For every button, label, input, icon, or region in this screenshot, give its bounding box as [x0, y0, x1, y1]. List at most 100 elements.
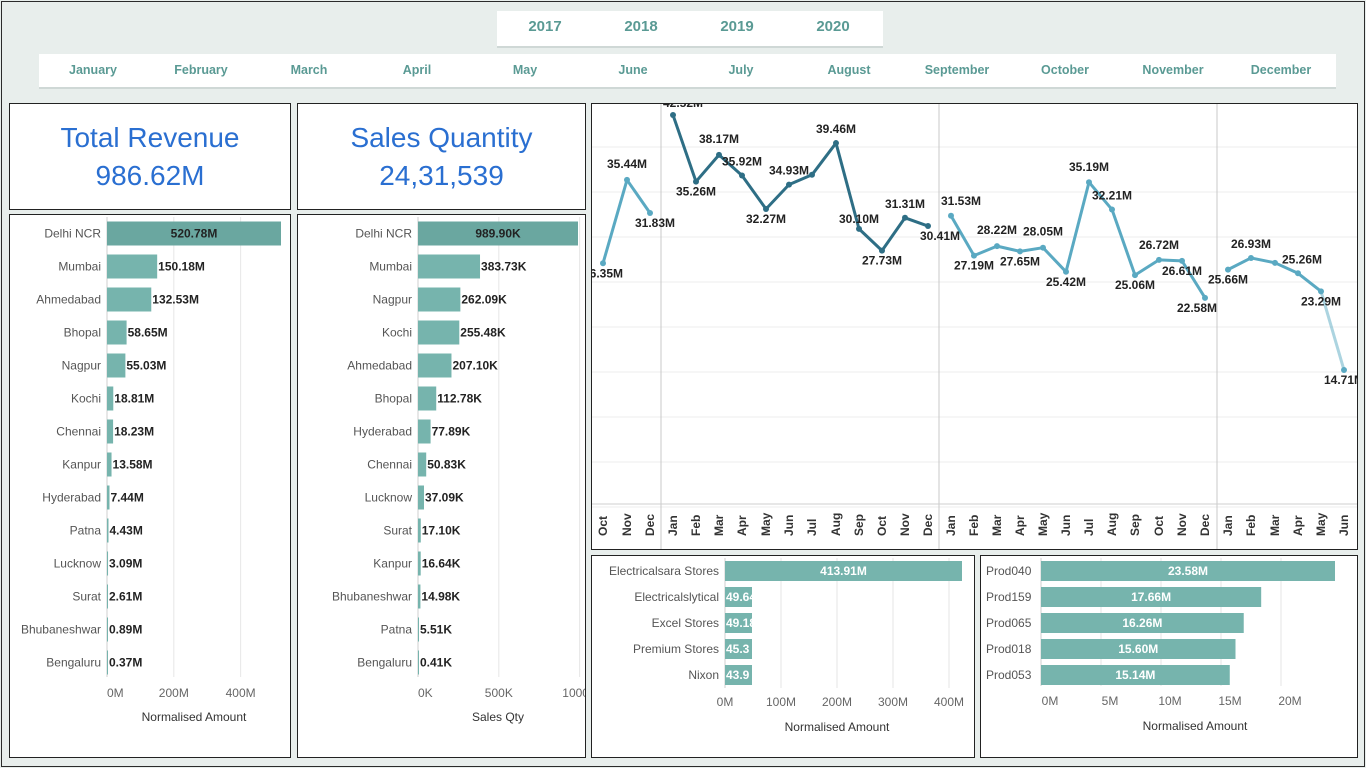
x-tick-label: Jan: [1221, 515, 1235, 536]
data-label: 23.58M: [1168, 564, 1208, 578]
category-label: Bhopal: [375, 392, 412, 406]
bar: [107, 419, 114, 444]
year-2018[interactable]: 2018: [601, 18, 681, 35]
data-label: 13.58M: [113, 458, 153, 472]
x-tick-label: Jan: [944, 515, 958, 536]
series-line: [1019, 246, 1044, 253]
series-line: [996, 244, 1021, 253]
x-tick-label: 20M: [1278, 694, 1301, 708]
month-december[interactable]: December: [1227, 63, 1335, 77]
bar: [418, 518, 421, 543]
data-label: 14.98K: [421, 590, 460, 604]
data-point: [902, 214, 908, 221]
data-label: 39.46M: [816, 122, 856, 136]
year-filter: 2017 2018 2019 2020: [497, 11, 883, 48]
year-2020[interactable]: 2020: [793, 18, 873, 35]
revenue-by-market-chart: 0M 100M 200M 300M 400M Electricalsara Stores 4…: [609, 558, 964, 734]
data-point: [786, 181, 792, 188]
month-june[interactable]: June: [579, 63, 687, 77]
category-label: Bhubaneshwar: [332, 590, 412, 604]
series-line: [904, 216, 929, 228]
data-label: 23.29M: [1301, 294, 1341, 308]
category-label: Kochi: [382, 326, 412, 340]
data-label: 0.37M: [109, 656, 142, 670]
x-tick-label: 15M: [1218, 694, 1241, 708]
x-tick-label: Oct: [875, 516, 889, 536]
category-label: Ahmedabad: [36, 293, 101, 307]
month-november[interactable]: November: [1119, 63, 1227, 77]
bar: [107, 584, 108, 609]
data-label: 383.73K: [481, 260, 527, 274]
data-label: 32.21M: [1092, 189, 1132, 203]
x-tick-label: 200M: [159, 686, 189, 700]
data-point: [948, 212, 954, 219]
x-tick-label: Oct: [1152, 516, 1166, 536]
month-march[interactable]: March: [255, 63, 363, 77]
data-label: 50.83K: [427, 458, 466, 472]
data-label: 0.89M: [109, 623, 142, 637]
data-point: [1295, 270, 1301, 277]
data-label: 34.93M: [769, 164, 809, 178]
series-line: [1250, 256, 1276, 265]
data-point: [994, 243, 1000, 250]
series-line: [1227, 256, 1252, 271]
x-tick-label: Apr: [735, 515, 749, 536]
x-tick-label: 100M: [766, 695, 796, 709]
month-october[interactable]: October: [1011, 63, 1119, 77]
month-january[interactable]: January: [39, 63, 147, 77]
data-point: [1086, 179, 1092, 186]
category-label: Prod159: [986, 590, 1032, 604]
data-label: 25.26M: [1282, 252, 1322, 266]
category-label: Prod040: [986, 564, 1032, 578]
bar: [418, 386, 437, 411]
data-label: 45.3: [726, 642, 750, 656]
data-label: 520.78M: [171, 227, 218, 241]
month-february[interactable]: February: [147, 63, 255, 77]
data-label: 132.53M: [152, 293, 199, 307]
series-line: [671, 114, 698, 183]
data-point: [1272, 259, 1278, 266]
category-label: Bengaluru: [46, 656, 101, 670]
data-label: 15.60M: [1118, 642, 1158, 656]
month-september[interactable]: September: [903, 63, 1011, 77]
month-may[interactable]: May: [471, 63, 579, 77]
data-label: 49.18: [726, 616, 756, 630]
revenue-by-market-panel: 0M 100M 200M 300M 400M Electricalsara Stores 4…: [591, 555, 975, 758]
year-2017[interactable]: 2017: [505, 18, 585, 35]
year-2019[interactable]: 2019: [697, 18, 777, 35]
x-tick-label: Dec: [1198, 514, 1212, 536]
data-label: 31.31M: [885, 197, 925, 211]
revenue-trend-chart: 26.35M 35.44M 31.83M 42.52M 35.26M 38.17M 35.9…: [583, 96, 1364, 549]
x-tick-label: Apr: [1291, 515, 1305, 536]
data-label: 30.10M: [839, 212, 879, 226]
month-july[interactable]: July: [687, 63, 795, 77]
data-point: [1040, 244, 1046, 251]
x-tick-label: 300M: [878, 695, 908, 709]
data-label: 58.65M: [128, 326, 168, 340]
bar: [418, 320, 460, 345]
x-tick-label: Mar: [1268, 514, 1282, 536]
data-label: 25.66M: [1208, 273, 1248, 287]
category-label: Lucknow: [365, 491, 413, 505]
data-point: [1109, 206, 1115, 213]
bar: [107, 287, 152, 312]
data-label: 4.43M: [109, 524, 142, 538]
category-label: Lucknow: [54, 557, 102, 571]
kpi-revenue-value: 986.62M: [95, 160, 205, 191]
bar: [107, 386, 114, 411]
x-tick-label: Jun: [1059, 515, 1073, 536]
data-label: 30.41M: [920, 229, 960, 243]
x-tick-label: Feb: [689, 515, 703, 536]
category-label: Kanpur: [373, 557, 412, 571]
month-august[interactable]: August: [795, 63, 903, 77]
x-tick-label: May: [1314, 512, 1328, 536]
x-tick-label: May: [1036, 512, 1050, 536]
data-label: 77.89K: [432, 425, 471, 439]
x-tick-label: Jun: [1337, 515, 1351, 536]
data-label: 150.18M: [158, 260, 205, 274]
data-label: 55.03M: [126, 359, 166, 373]
month-april[interactable]: April: [363, 63, 471, 77]
x-tick-label: Nov: [898, 513, 912, 536]
category-label: Prod018: [986, 642, 1032, 656]
data-label: 16.26M: [1122, 616, 1162, 630]
